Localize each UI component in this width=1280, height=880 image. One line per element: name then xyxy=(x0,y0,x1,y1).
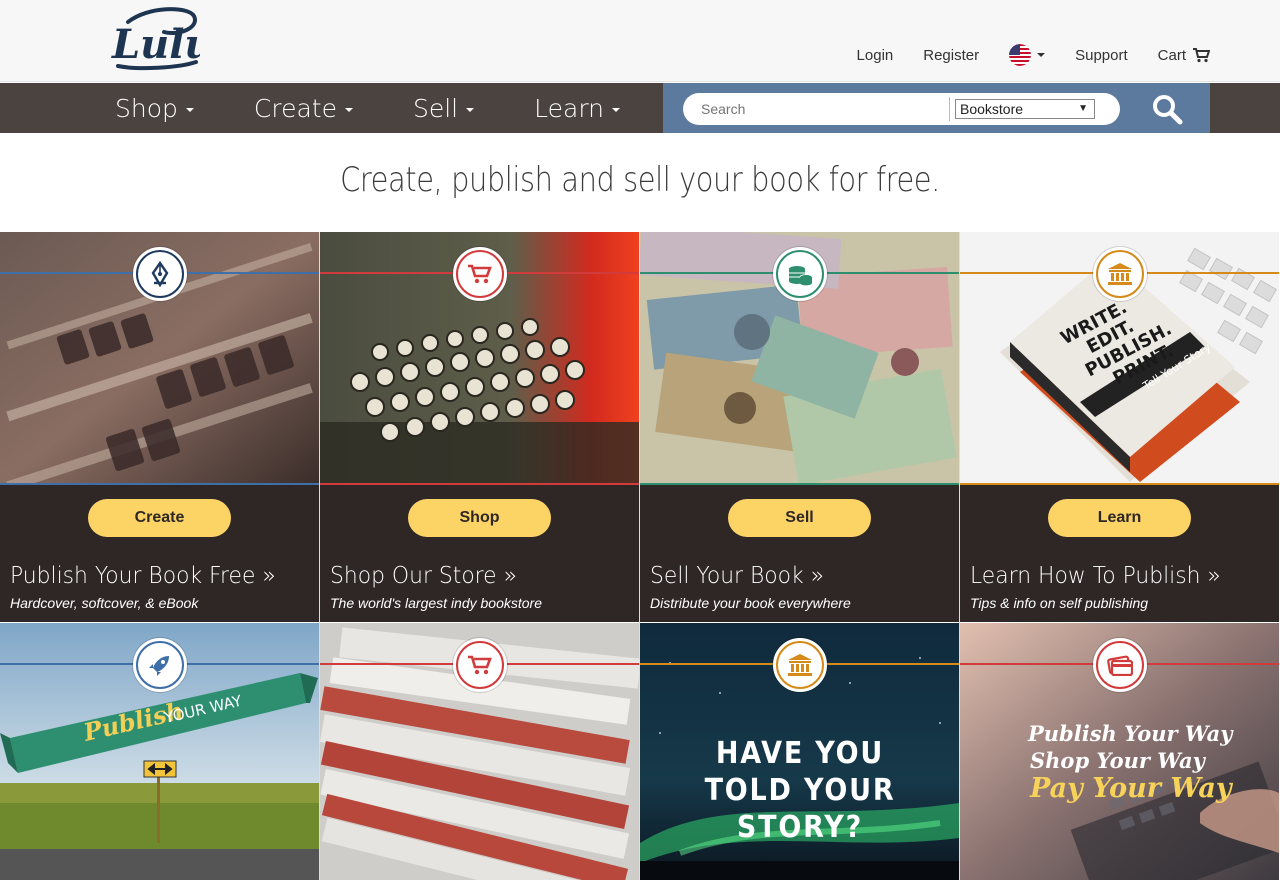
cart-icon xyxy=(468,655,492,675)
tile-subtitle: The world's largest indy bookstore xyxy=(330,595,542,611)
badge-ring xyxy=(456,641,504,689)
tile-footer: Learn Learn How To Publish » Tips & info… xyxy=(960,485,1279,622)
badge-ring xyxy=(136,250,184,298)
tile-footer: Shop Shop Our Store » The world's larges… xyxy=(320,485,639,622)
badge xyxy=(773,638,827,692)
coins-icon xyxy=(789,266,813,286)
cart-icon xyxy=(1193,48,1210,63)
promo-line3: Pay Your Way xyxy=(1030,773,1232,804)
badge xyxy=(1093,247,1147,301)
bank-icon xyxy=(1108,263,1132,285)
promo-line1: Publish Your Way xyxy=(1028,721,1233,746)
badge xyxy=(133,247,187,301)
nav-sell-label: Sell xyxy=(412,93,459,123)
badge xyxy=(453,638,507,692)
cart-label: Cart xyxy=(1157,46,1186,64)
tile-footer: Create Publish Your Book Free » Hardcove… xyxy=(0,485,319,622)
search-scope-select[interactable]: Bookstore ▼ xyxy=(955,99,1095,119)
logo-text: Lulu xyxy=(111,21,200,68)
promo-tell-your-story[interactable]: HAVE YOU TOLD YOUR STORY? xyxy=(640,623,960,880)
badge-ring xyxy=(1096,641,1144,689)
promo-pay-your-way[interactable]: Publish Your Way Shop Your Way Pay Your … xyxy=(960,623,1280,880)
badge-ring xyxy=(456,250,504,298)
grid-divider xyxy=(639,232,640,880)
country-selector[interactable] xyxy=(1009,44,1046,66)
bank-icon xyxy=(788,654,812,676)
register-link[interactable]: Register xyxy=(923,47,979,64)
search-scope-value: Bookstore xyxy=(960,101,1024,117)
search-divider xyxy=(949,97,950,121)
tile-sell[interactable]: Sell Sell Your Book » Distribute your bo… xyxy=(640,232,960,622)
sell-button[interactable]: Sell xyxy=(728,499,871,537)
tile-title[interactable]: Sell Your Book » xyxy=(650,563,824,589)
search-box: Bookstore ▼ xyxy=(683,93,1120,125)
tile-create[interactable]: Create Publish Your Book Free » Hardcove… xyxy=(0,232,320,622)
badge xyxy=(773,247,827,301)
nav-sell[interactable]: Sell xyxy=(412,93,475,123)
hero-tagline: Create, publish and sell your book for f… xyxy=(340,160,940,200)
badge-ring xyxy=(776,250,824,298)
create-button[interactable]: Create xyxy=(88,499,231,537)
tile-title[interactable]: Publish Your Book Free » xyxy=(10,563,276,589)
login-link[interactable]: Login xyxy=(857,47,894,64)
nav-shop-label: Shop xyxy=(115,93,178,123)
us-flag-icon xyxy=(1009,44,1032,66)
tile-shop[interactable]: Shop Shop Our Store » The world's larges… xyxy=(320,232,640,622)
chevron-down-icon xyxy=(185,108,194,112)
search-icon[interactable] xyxy=(1150,93,1184,125)
grid-divider xyxy=(319,232,320,880)
support-link[interactable]: Support xyxy=(1075,47,1128,64)
nav-create[interactable]: Create xyxy=(254,94,353,123)
grid-divider xyxy=(959,232,960,880)
nav-create-label: Create xyxy=(253,93,337,123)
cart-icon xyxy=(468,264,492,284)
nav-learn[interactable]: Learn xyxy=(534,94,620,123)
badge xyxy=(133,638,187,692)
chevron-down-icon xyxy=(466,108,475,112)
tile-subtitle: Tips & info on self publishing xyxy=(970,595,1149,611)
nav-learn-label: Learn xyxy=(534,93,604,123)
main-nav: Shop Create Sell Learn Bookstore ▼ xyxy=(0,83,1280,133)
promo-books[interactable] xyxy=(320,623,640,880)
lulu-logo[interactable]: Lulu xyxy=(108,4,200,72)
rocket-icon xyxy=(149,656,169,676)
tile-learn[interactable]: WRITE. EDIT. PUBLISH. PRINT. Tell Your S… xyxy=(960,232,1280,622)
search-input[interactable] xyxy=(701,97,941,121)
learn-button[interactable]: Learn xyxy=(1048,499,1191,537)
shop-button[interactable]: Shop xyxy=(408,499,551,537)
tile-title[interactable]: Learn How To Publish » xyxy=(970,563,1221,589)
promo-headline: HAVE YOU TOLD YOUR STORY? xyxy=(704,736,896,845)
badge-ring xyxy=(1096,250,1144,298)
tile-subtitle: Hardcover, softcover, & eBook xyxy=(10,595,199,611)
chevron-down-icon xyxy=(612,108,620,112)
cart-link[interactable]: Cart xyxy=(1158,47,1210,64)
badge xyxy=(1093,638,1147,692)
nav-shop[interactable]: Shop xyxy=(115,94,194,123)
promo-publish-your-way[interactable]: Publish YOUR WAY xyxy=(0,623,320,880)
badge-ring xyxy=(776,641,824,689)
pen-nib-icon xyxy=(151,261,169,287)
credit-card-icon xyxy=(1107,655,1133,676)
tile-title[interactable]: Shop Our Store » xyxy=(330,563,517,589)
tile-footer: Sell Sell Your Book » Distribute your bo… xyxy=(640,485,959,622)
chevron-down-icon xyxy=(344,108,353,112)
top-header: Lulu Login Register Support xyxy=(0,0,1280,82)
chevron-down-icon xyxy=(1037,53,1046,57)
dropdown-arrow-icon: ▼ xyxy=(1078,103,1088,114)
promo-line2: Shop Your Way xyxy=(1030,748,1205,773)
badge-ring xyxy=(136,641,184,689)
badge xyxy=(453,247,507,301)
search-panel: Bookstore ▼ xyxy=(663,83,1210,133)
tile-subtitle: Distribute your book everywhere xyxy=(650,595,851,611)
